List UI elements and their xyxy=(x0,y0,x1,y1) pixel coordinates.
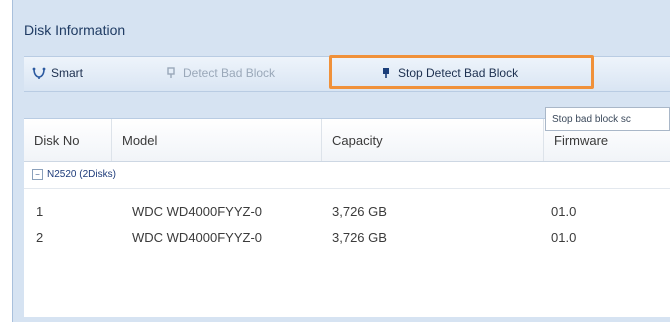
firmware-cell: 01.0 xyxy=(551,203,577,219)
highlight-box xyxy=(329,55,594,89)
disk-table: Disk No Model Capacity Firmware − N2520 … xyxy=(24,118,670,317)
panel-title: Disk Information xyxy=(24,22,126,38)
table-row[interactable]: 2 WDC WD4000FYYZ-0 3,726 GB 01.0 xyxy=(24,225,670,249)
smart-icon xyxy=(32,66,46,80)
model-cell: WDC WD4000FYYZ-0 xyxy=(132,229,263,245)
table-row[interactable]: 1 WDC WD4000FYYZ-0 3,726 GB 01.0 xyxy=(24,199,670,223)
column-capacity[interactable]: Capacity xyxy=(322,119,544,161)
disk-no-cell: 2 xyxy=(36,229,44,245)
group-label: N2520 (2Disks) xyxy=(47,169,116,180)
tooltip: Stop bad block sc xyxy=(545,107,670,131)
disk-no-cell: 1 xyxy=(36,203,44,219)
capacity-cell: 3,726 GB xyxy=(332,203,387,219)
column-model[interactable]: Model xyxy=(112,119,322,161)
detect-label: Detect Bad Block xyxy=(183,66,276,80)
model-cell: WDC WD4000FYYZ-0 xyxy=(132,203,263,219)
smart-label: Smart xyxy=(51,66,84,80)
detect-icon xyxy=(164,66,178,80)
capacity-cell: 3,726 GB xyxy=(332,229,387,245)
detect-bad-block-button[interactable]: Detect Bad Block xyxy=(164,64,275,82)
smart-button[interactable]: Smart xyxy=(32,64,83,82)
group-row[interactable]: − N2520 (2Disks) xyxy=(24,161,670,189)
collapse-icon[interactable]: − xyxy=(32,169,43,180)
column-disk-no[interactable]: Disk No xyxy=(24,119,112,161)
firmware-cell: 01.0 xyxy=(551,229,577,245)
